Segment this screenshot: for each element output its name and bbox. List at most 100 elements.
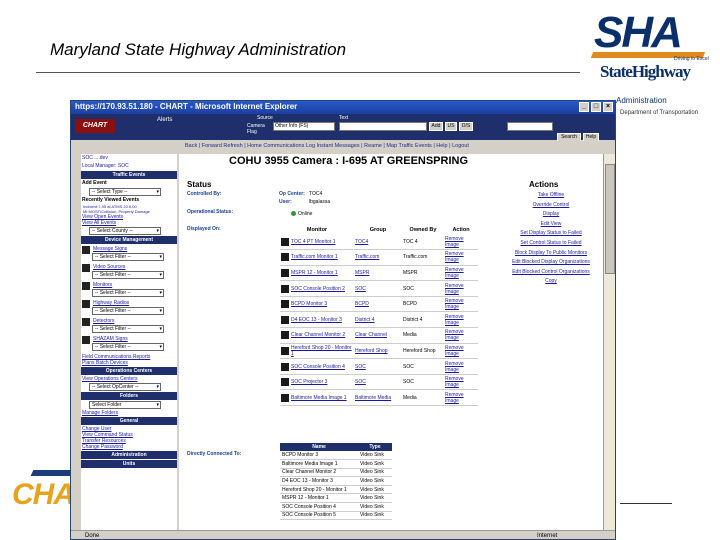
highway-radios-filter[interactable]: -- Select Filter -- bbox=[92, 307, 164, 315]
group-link[interactable]: SOC bbox=[355, 364, 366, 370]
monitor-name[interactable]: SOC Console Position 2 bbox=[291, 286, 345, 292]
camera-source-select[interactable]: Other Info (FS) bbox=[273, 122, 335, 131]
edit-blocked-control-link[interactable]: Edit Blocked Control Organizations bbox=[501, 268, 601, 278]
target-name: Hereford Shop 20 - Monitor 1 bbox=[282, 486, 347, 493]
highway-radios-link[interactable]: Highway Radios bbox=[92, 300, 177, 306]
group-link[interactable]: TOC4 bbox=[355, 239, 368, 245]
group-link[interactable]: Clear Channel bbox=[355, 332, 387, 338]
monitor-name[interactable]: MSPR 12 - Monitor 1 bbox=[291, 270, 338, 276]
shazam-signs-link[interactable]: SHAZAM Signs bbox=[92, 336, 177, 342]
monitor-cell[interactable]: Hereford Shop 20 - Monitor 1 bbox=[281, 345, 353, 357]
monitor-name[interactable]: Traffic.com Monitor 1 bbox=[291, 254, 338, 260]
monitor-name[interactable]: TOC 4 PT Monitor 1 bbox=[291, 239, 336, 245]
remove-image-link[interactable]: Remove Image bbox=[445, 314, 464, 326]
group-link[interactable]: BCPD bbox=[355, 301, 369, 307]
plans-link[interactable]: Plans Batch Devices bbox=[81, 360, 177, 366]
target-type: Video Sink bbox=[360, 452, 384, 459]
directly-connected-table: Name Type BCPD Monitor 3 Video Sink Baltim… bbox=[280, 443, 392, 521]
change-password-link[interactable]: Change Password bbox=[81, 444, 177, 450]
monitor-name[interactable]: BCPD Monitor 3 bbox=[291, 301, 327, 307]
set-display-failed-link[interactable]: Set Display Status to Failed bbox=[501, 229, 601, 239]
device-detectors: Detectors -- Select Filter -- bbox=[81, 318, 177, 334]
text-input[interactable] bbox=[339, 122, 427, 131]
detectors-filter[interactable]: -- Select Filter -- bbox=[92, 325, 164, 333]
monitor-name[interactable]: Hereford Shop 20 - Monitor 1 bbox=[291, 345, 353, 357]
message-signs-filter[interactable]: -- Select Filter -- bbox=[92, 253, 164, 261]
message-signs-link[interactable]: Message Signs bbox=[92, 246, 177, 252]
monitor-cell[interactable]: Clear Channel Monitor 2 bbox=[281, 331, 353, 340]
sidebar-local-manager[interactable]: Local Manager: SOC bbox=[81, 162, 177, 170]
monitor-cell[interactable]: TOC 4 PT Monitor 1 bbox=[281, 237, 353, 246]
us-button[interactable]: US bbox=[445, 122, 457, 131]
remove-image-link[interactable]: Remove Image bbox=[445, 392, 464, 404]
video-sources-link[interactable]: Video Sources bbox=[92, 264, 177, 270]
app-logo: CHART bbox=[75, 119, 115, 133]
monitor-cell[interactable]: D4 EOC 13 - Monitor 3 bbox=[281, 315, 353, 324]
monitor-name[interactable]: D4 EOC 13 - Monitor 3 bbox=[291, 317, 342, 323]
add-button[interactable]: Add bbox=[429, 122, 443, 131]
vertical-scrollbar[interactable] bbox=[603, 154, 615, 539]
manage-folders-link[interactable]: Manage Folders bbox=[81, 410, 177, 416]
owned-by: Media bbox=[403, 394, 417, 401]
alerts-link[interactable]: Alerts bbox=[157, 117, 172, 123]
remove-image-link[interactable]: Remove Image bbox=[445, 283, 464, 295]
monitor-cell[interactable]: SOC Console Position 2 bbox=[281, 284, 353, 293]
block-display-link[interactable]: Block Display To Public Monitors bbox=[501, 249, 601, 259]
remove-image-link[interactable]: Remove Image bbox=[445, 345, 464, 357]
app-header: CHART Alerts Source Camera Flag Other In… bbox=[71, 114, 615, 142]
ds-button[interactable]: D/S bbox=[459, 122, 473, 131]
remove-image-link[interactable]: Remove Image bbox=[445, 329, 464, 341]
maximize-icon[interactable]: □ bbox=[591, 102, 601, 112]
view-operations-centers-link[interactable]: View Operations Centers bbox=[81, 376, 177, 382]
remove-image-link[interactable]: Remove Image bbox=[445, 267, 464, 279]
group-link[interactable]: SOC bbox=[355, 286, 366, 292]
remove-image-link[interactable]: Remove Image bbox=[445, 376, 464, 388]
take-offline-link[interactable]: Take Offline bbox=[501, 191, 601, 201]
select-event-type[interactable]: -- Select Type -- bbox=[89, 188, 161, 196]
view-all-events-link[interactable]: View All Events bbox=[81, 220, 177, 226]
group-link[interactable]: MSPR bbox=[355, 270, 369, 276]
remove-image-link[interactable]: Remove Image bbox=[445, 251, 464, 263]
displayed-on-table: Monitor Group Owned By Action TOC 4 PT M… bbox=[280, 225, 478, 407]
units-header[interactable]: Units bbox=[81, 460, 177, 468]
monitor-name[interactable]: SOC Console Position 4 bbox=[291, 364, 345, 370]
group-link[interactable]: District 4 bbox=[355, 317, 374, 323]
minimize-icon[interactable]: _ bbox=[579, 102, 589, 112]
detectors-link[interactable]: Detectors bbox=[92, 318, 177, 324]
monitor-cell[interactable]: SOC Projector 3 bbox=[281, 378, 353, 387]
close-icon[interactable]: × bbox=[603, 102, 613, 112]
monitors-filter[interactable]: -- Select Filter -- bbox=[92, 289, 164, 297]
monitor-name[interactable]: Clear Channel Monitor 2 bbox=[291, 332, 345, 338]
search-input[interactable] bbox=[507, 122, 553, 131]
copy-link[interactable]: Copy bbox=[501, 277, 601, 287]
group-link[interactable]: SOC bbox=[355, 379, 366, 385]
monitor-name[interactable]: SOC Projector 3 bbox=[291, 379, 327, 385]
shazam-signs-filter[interactable]: -- Select Filter -- bbox=[92, 343, 164, 351]
remove-image-link[interactable]: Remove Image bbox=[445, 236, 464, 248]
monitor-cell[interactable]: MSPR 12 - Monitor 1 bbox=[281, 268, 353, 277]
monitor-cell[interactable]: Traffic.com Monitor 1 bbox=[281, 253, 353, 262]
table-row: D4 EOC 13 - Monitor 3 Video Sink bbox=[280, 476, 392, 486]
edit-view-link[interactable]: Edit View bbox=[501, 220, 601, 230]
override-control-link[interactable]: Override Control bbox=[501, 201, 601, 211]
monitors-link[interactable]: Monitors bbox=[92, 282, 177, 288]
remove-image-link[interactable]: Remove Image bbox=[445, 298, 464, 310]
group-link[interactable]: Baltimore Media bbox=[355, 395, 391, 401]
select-folder[interactable]: Select Folder bbox=[89, 401, 161, 409]
monitor-cell[interactable]: SOC Console Position 4 bbox=[281, 362, 353, 371]
monitor-cell[interactable]: Baltimore Media Image 1 bbox=[281, 393, 353, 402]
remove-image-link[interactable]: Remove Image bbox=[445, 361, 464, 373]
group-link[interactable]: Traffic.com bbox=[355, 254, 379, 260]
nav-menu[interactable]: Back | Forward Refresh | Home Communicat… bbox=[181, 141, 615, 151]
monitor-name[interactable]: Baltimore Media Image 1 bbox=[291, 395, 347, 401]
select-county[interactable]: -- Select County -- bbox=[89, 227, 161, 235]
edit-blocked-display-link[interactable]: Edit Blocked Display Organizations bbox=[501, 258, 601, 268]
group-link[interactable]: Hereford Shop bbox=[355, 348, 388, 354]
set-control-failed-link[interactable]: Set Control Status to Failed bbox=[501, 239, 601, 249]
table-row: Baltimore Media Image 1 Baltimore Media Me… bbox=[280, 389, 478, 407]
display-link[interactable]: Display bbox=[501, 210, 601, 220]
monitor-cell[interactable]: BCPD Monitor 3 bbox=[281, 300, 353, 309]
scrollbar-thumb[interactable] bbox=[605, 164, 615, 274]
video-sources-filter[interactable]: -- Select Filter -- bbox=[92, 271, 164, 279]
select-opcenter[interactable]: -- Select OpCenter -- bbox=[89, 383, 161, 391]
